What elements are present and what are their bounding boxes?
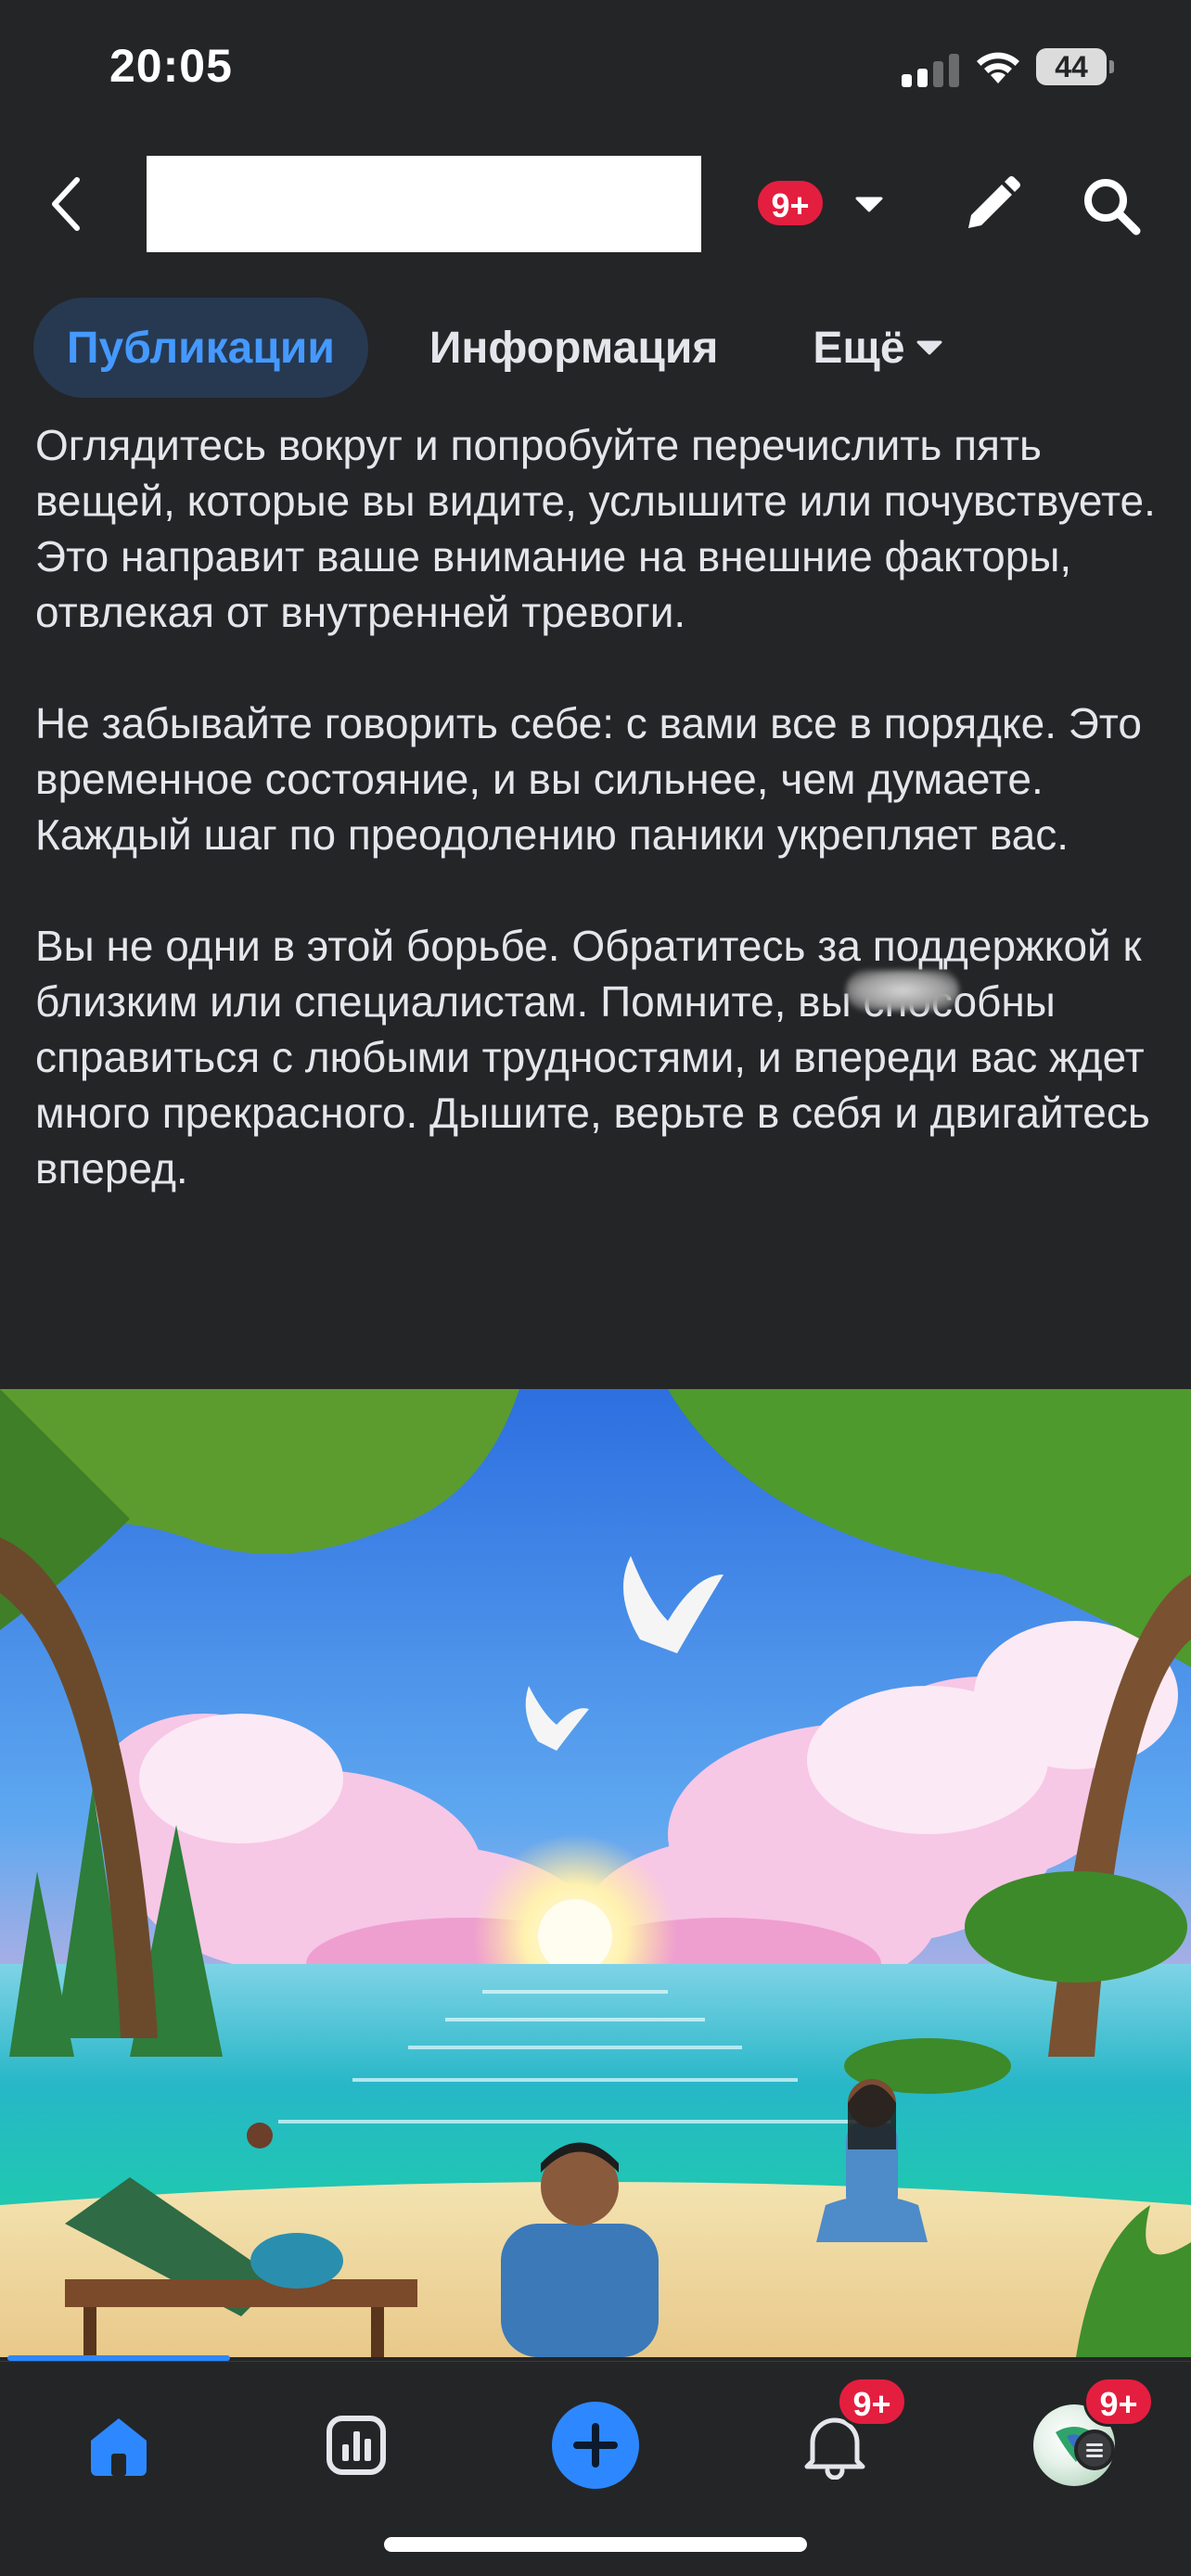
page-title-redacted (147, 156, 701, 252)
plus-icon (552, 2402, 639, 2489)
tab-create[interactable] (540, 2390, 651, 2501)
menu-icon (1074, 2429, 1115, 2470)
switch-profile-dropdown[interactable] (846, 182, 892, 228)
back-button[interactable] (33, 167, 98, 241)
search-icon (1084, 179, 1141, 236)
tab-home[interactable] (63, 2390, 174, 2501)
profile-tabs: Публикации Информация Ещё (33, 297, 1004, 399)
tab-more-label: Ещё (813, 323, 905, 373)
tab-more[interactable]: Ещё (779, 298, 975, 398)
tab-dashboard[interactable] (301, 2390, 412, 2501)
post-paragraph: Вы не одни в этой борьбе. Обратитесь за … (35, 922, 1150, 1192)
home-indicator[interactable] (384, 2537, 807, 2552)
post-image[interactable] (0, 1389, 1191, 2357)
post-body: Оглядитесь вокруг и попробуйте перечисли… (35, 417, 1167, 1196)
pencil-icon (968, 176, 1020, 228)
post-paragraph: Оглядитесь вокруг и попробуйте перечисли… (35, 421, 1156, 636)
tab-posts[interactable]: Публикации (33, 298, 368, 398)
battery-level: 44 (1055, 50, 1088, 83)
search-button[interactable] (1074, 171, 1148, 241)
chevron-left-icon (52, 177, 80, 231)
battery-icon: 44 (1036, 48, 1114, 85)
profile-badge: 9+ (1083, 2377, 1154, 2427)
notifications-badge: 9+ (837, 2377, 907, 2427)
home-icon (91, 2418, 147, 2476)
wifi-icon (972, 46, 1024, 87)
post-paragraph: Не забывайте говорить себе: с вами все в… (35, 699, 1142, 859)
tab-info[interactable]: Информация (396, 298, 751, 398)
caret-down-icon (916, 340, 942, 355)
status-time: 20:05 (109, 40, 233, 92)
notification-badge: 9+ (755, 178, 826, 228)
status-bar: 20:05 44 (0, 0, 1191, 130)
page-header: 9+ (0, 139, 1191, 269)
redacted-blur (846, 970, 959, 1011)
cellular-signal-icon (902, 54, 959, 87)
edit-button[interactable] (955, 171, 1026, 241)
dashboard-icon (327, 2416, 386, 2475)
caret-down-icon (855, 197, 883, 212)
